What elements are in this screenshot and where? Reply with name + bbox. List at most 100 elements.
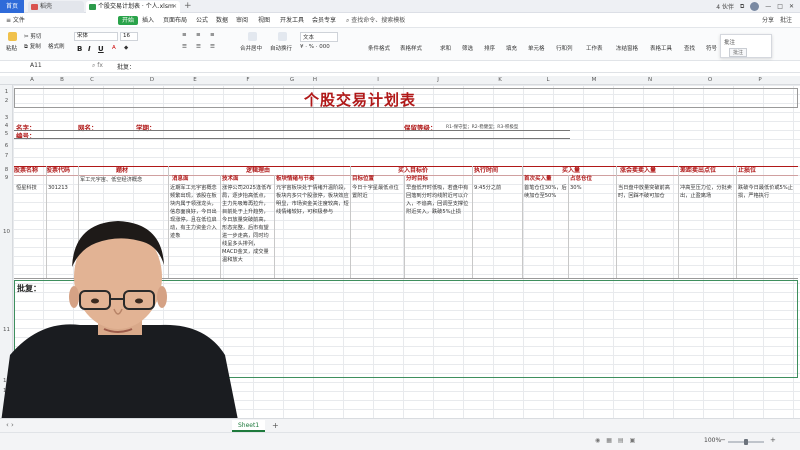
row-header[interactable]: 8 (0, 167, 13, 173)
header-stock-code[interactable]: 股票代码 (46, 166, 70, 175)
subheader-technical[interactable]: 技术面 (222, 175, 239, 183)
menu-page-layout[interactable]: 页面布局 (163, 13, 187, 28)
column-header[interactable]: E (185, 76, 205, 85)
align-middle-icon[interactable]: ≡ (196, 32, 201, 38)
table-tools-button[interactable]: 表格工具 (650, 44, 672, 52)
row-header[interactable]: 5 (0, 131, 13, 137)
header-logic[interactable]: 逻辑理由 (246, 166, 270, 175)
wrap-icon[interactable] (278, 32, 287, 41)
column-header[interactable]: P (750, 76, 770, 85)
column-header[interactable]: G (282, 76, 302, 85)
merge-button[interactable]: 合并居中 (240, 44, 262, 52)
row-header[interactable]: 7 (0, 153, 13, 159)
paste-button[interactable]: 粘贴 (6, 44, 17, 52)
cell-button[interactable]: 单元格 (528, 44, 545, 52)
column-header[interactable]: A (22, 76, 42, 85)
add-sheet-button[interactable]: + (272, 420, 279, 432)
row-col-button[interactable]: 行和列 (556, 44, 573, 52)
row-header[interactable]: 4 (0, 123, 13, 129)
subheader-first-qty[interactable]: 首次买入量 (524, 175, 552, 183)
cell-exec-time[interactable]: 9:45分之前 (474, 184, 521, 194)
header-target-price[interactable]: 买入目标价 (398, 166, 428, 175)
collab-button[interactable]: 4 伙伴 (716, 2, 734, 11)
cell-stock-name[interactable]: 恒星科技 (16, 184, 45, 194)
underline-button[interactable]: U (98, 45, 104, 53)
header-stock-name[interactable]: 股票名称 (14, 166, 38, 175)
menu-review[interactable]: 审阅 (236, 13, 248, 28)
freeze-button[interactable]: 冻结窗格 (616, 44, 638, 52)
align-bottom-icon[interactable]: ≡ (210, 32, 215, 38)
font-name-select[interactable]: 宋体 (74, 32, 118, 41)
zoom-out-icon[interactable]: − (720, 436, 726, 444)
header-stop-loss[interactable]: 止损位 (738, 166, 756, 175)
filter-button[interactable]: 筛选 (462, 44, 473, 52)
row-header[interactable]: 3 (0, 115, 13, 121)
view-mode-icons[interactable]: ◉▦▤▣ (595, 437, 641, 444)
column-header[interactable]: B (52, 76, 72, 85)
command-search[interactable]: ⌕ 查找命令、搜索模板 (346, 16, 405, 25)
header-exec-time[interactable]: 执行时间 (474, 166, 498, 175)
font-size-select[interactable]: 16 (120, 32, 138, 41)
subheader-news[interactable]: 消息面 (172, 175, 189, 183)
tab-workbook[interactable]: 个股交易计划表 · 个人.xlsm ✕ (86, 1, 180, 13)
home-tab[interactable]: 首页 (0, 0, 24, 13)
header-buy-qty[interactable]: 买入量 (562, 166, 580, 175)
currency-icon[interactable]: ¥ · % · 000 (300, 44, 330, 50)
format-painter-button[interactable]: 格式刷 (48, 42, 65, 50)
cell-add-point[interactable]: 当日盘中放量突破前高时，回踩不破可加仓 (618, 184, 677, 214)
cell-stop-loss[interactable]: 跌破今日最低价或5%止损，严格执行 (738, 184, 796, 222)
conditional-format-button[interactable]: 条件格式 (368, 44, 390, 52)
worksheet-button[interactable]: 工作表 (586, 44, 603, 52)
column-header[interactable]: J (428, 76, 448, 85)
italic-button[interactable]: I (88, 45, 91, 53)
column-header[interactable]: M (584, 76, 604, 85)
cell-target[interactable]: 今日十字星最低点位置附近 (352, 184, 403, 204)
sort-button[interactable]: 排序 (484, 44, 495, 52)
font-color-icon[interactable]: A (112, 45, 116, 51)
maximize-icon[interactable]: □ (777, 3, 783, 10)
fx-icon[interactable]: ⌕ fx (92, 62, 103, 70)
cell-position[interactable]: 30% (570, 184, 615, 194)
row-header[interactable]: 6 (0, 143, 13, 149)
header-sell-point[interactable]: 差距卖出点位 (680, 166, 716, 175)
column-header[interactable]: H (305, 76, 325, 85)
sheet-tab-active[interactable]: Sheet1 (232, 420, 266, 432)
file-menu[interactable]: ≡ 文件 (6, 13, 25, 28)
subheader-sector[interactable]: 板块情绪与节奏 (276, 175, 315, 183)
cut-button[interactable]: ✂ 剪切 (24, 32, 41, 40)
tooltip-button[interactable]: 批注 (729, 48, 748, 57)
zoom-level[interactable]: 100% (704, 437, 721, 444)
column-header[interactable]: O (700, 76, 720, 85)
cell-stock-code[interactable]: 301213 (48, 184, 77, 194)
find-button[interactable]: 查找 (684, 44, 695, 52)
menu-insert[interactable]: 插入 (142, 13, 154, 28)
row-header[interactable]: 1 (0, 89, 13, 95)
align-top-icon[interactable]: ≡ (182, 32, 187, 38)
cell-first-qty[interactable]: 首笔仓位30%，后续加仓至50% (524, 184, 567, 208)
column-header[interactable]: L (538, 76, 558, 85)
wrap-button[interactable]: 自动换行 (270, 44, 292, 52)
sheet-nav-icon[interactable]: ‹ › (6, 421, 14, 429)
fill-color-icon[interactable]: ◆ (124, 45, 128, 51)
align-right-icon[interactable]: ☰ (210, 44, 215, 50)
number-format-select[interactable]: 文本 (300, 32, 338, 42)
tab-docer[interactable]: 稻壳 (28, 1, 84, 13)
avatar[interactable] (750, 2, 760, 11)
table-style-button[interactable]: 表格样式 (400, 44, 422, 52)
merge-icon[interactable] (248, 32, 257, 41)
zoom-slider-handle[interactable] (744, 439, 748, 445)
sheet-title[interactable]: 个股交易计划表 (280, 89, 440, 110)
copy-button[interactable]: ⧉ 复制 (24, 42, 41, 51)
column-header[interactable]: N (640, 76, 660, 85)
sum-button[interactable]: 求和 (440, 44, 451, 52)
subheader-intraday[interactable]: 分时目标 (406, 175, 428, 183)
column-header[interactable]: F (238, 76, 258, 85)
bold-button[interactable]: B (77, 45, 82, 53)
column-header[interactable]: I (368, 76, 388, 85)
align-center-icon[interactable]: ☰ (196, 44, 201, 50)
name-box[interactable]: A11 (30, 62, 42, 69)
align-left-icon[interactable]: ☰ (182, 44, 187, 50)
row-header[interactable]: 9 (0, 175, 13, 181)
menu-view[interactable]: 视图 (258, 13, 270, 28)
cell-theme[interactable]: 军工元宇宙、低空经济概念 (80, 176, 166, 186)
